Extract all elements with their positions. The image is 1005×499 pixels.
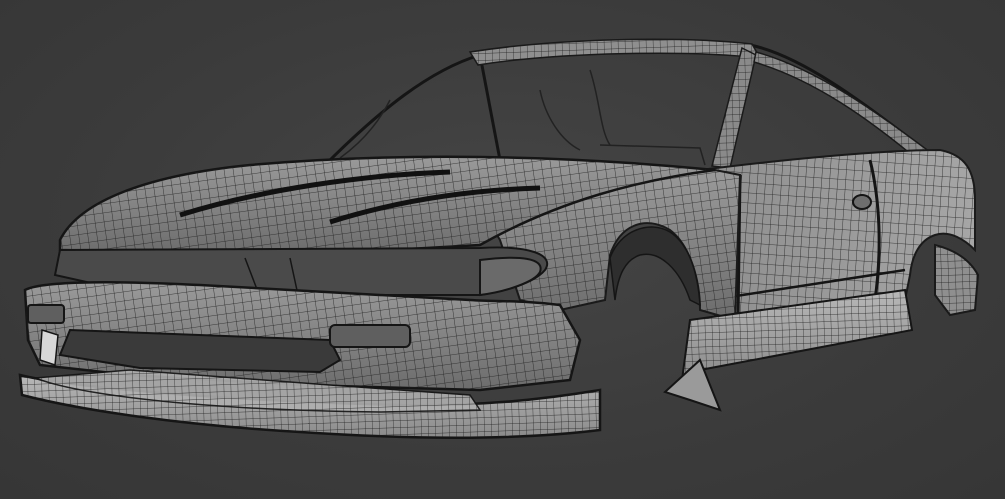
interior-lines bbox=[339, 69, 706, 166]
door-handle bbox=[852, 194, 872, 210]
fog-light-left bbox=[27, 304, 65, 324]
bumper-highlight bbox=[39, 329, 59, 367]
side-body bbox=[699, 148, 980, 322]
3d-viewport[interactable] bbox=[0, 0, 1005, 499]
car-wireframe-render bbox=[18, 38, 980, 440]
fog-light-right bbox=[329, 324, 411, 348]
